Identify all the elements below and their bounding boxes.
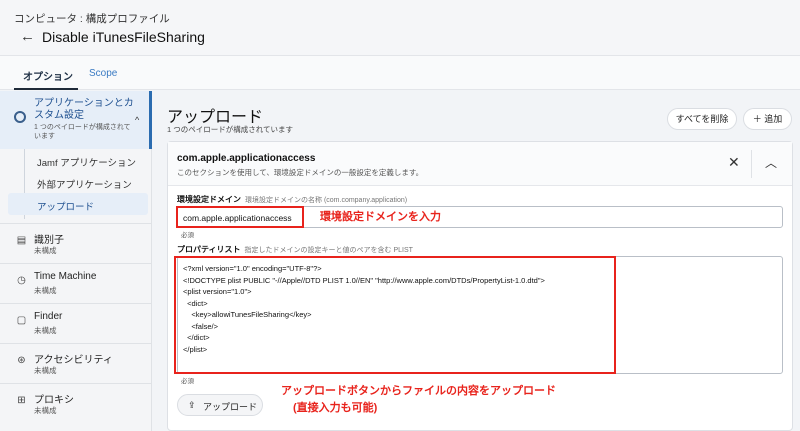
required-note: 必須 [181,378,194,385]
accessibility-icon: ⊛ [17,355,26,366]
card-description: このセクションを使用して、環境設定ドメインの一般設定を定義します。 [177,168,424,177]
sidebar-item-proxy[interactable]: ⊞ プロキシ 未構成 [0,383,152,423]
sidebar-subitem-external-apps[interactable]: 外部アプリケーション [37,177,132,191]
required-note: 必須 [181,232,194,239]
network-icon: ⊞ [17,395,26,406]
annotation-box-plist [174,256,616,374]
chevron-up-icon[interactable]: ^ [135,115,139,125]
plus-icon: ＋ [752,114,762,124]
sidebar-item-label: Finder [34,311,63,322]
add-button-label: 追加 [764,114,783,124]
sidebar-item-status: 未構成 [34,366,57,375]
breadcrumb[interactable]: コンピュータ : 構成プロファイル [14,11,170,26]
page-header: コンピュータ : 構成プロファイル ← Disable iTunesFileSh… [0,0,800,56]
upload-button-label: アップロード [203,402,258,412]
annotation-box-domain [176,206,304,228]
finder-icon: ▢ [16,315,27,326]
active-tab-indicator [14,88,78,90]
card-header: com.apple.applicationaccess このセクションを使用して… [168,142,792,186]
sidebar-item-label: アプリケーションとカスタム設定 [34,98,134,121]
card-title: com.apple.applicationaccess [177,153,316,164]
gear-icon [14,111,26,123]
plist-hint: 指定したドメインの設定キーと値のペアを含む PLIST [244,247,413,254]
payload-sidebar: アプリケーションとカスタム設定 1 つのペイロードが構成されています ^ Jam… [0,91,152,431]
sidebar-item-label: 識別子 [34,235,64,246]
sidebar-item-status: 未構成 [34,406,57,415]
sidebar-subitem-upload[interactable]: アップロード [37,199,94,213]
domain-label: 環境設定ドメイン 環境設定ドメインの名称 (com.company.applica… [177,194,407,205]
annotation-text-direct-input: (直接入力も可能) [293,402,378,414]
upload-button[interactable]: ⇪ アップロード [177,394,263,416]
sidebar-subitem-jamf-apps[interactable]: Jamf アプリケーション [37,155,136,169]
tab-bar: オプション Scope [0,56,800,90]
sidebar-item-accessibility[interactable]: ⊛ アクセシビリティ 未構成 [0,343,152,383]
sidebar-item-status: 未構成 [34,246,57,255]
back-arrow-icon[interactable]: ← [20,28,35,45]
domain-label-text: 環境設定ドメイン [177,195,241,204]
sidebar-item-status: 1 つのペイロードが構成されています [34,124,131,140]
sidebar-item-label: アクセシビリティ [34,355,113,366]
divider [751,150,752,178]
tab-scope[interactable]: Scope [89,68,117,79]
sidebar-item-finder[interactable]: ▢ Finder 未構成 [0,303,152,343]
annotation-text-domain: 環境設定ドメインを入力 [320,211,441,223]
plist-label: プロパティリスト 指定したドメインの設定キーと値のペアを含む PLIST [177,244,413,255]
upload-icon: ⇪ [188,400,196,410]
sidebar-item-label: プロキシ [34,395,74,406]
sidebar-item-status: 未構成 [34,326,57,335]
delete-all-button[interactable]: すべてを削除 [667,108,737,130]
domain-hint: 環境設定ドメインの名称 (com.company.application) [245,197,408,204]
chevron-up-icon[interactable]: ︿ [765,154,777,171]
plist-label-text: プロパティリスト [177,245,241,254]
close-icon[interactable]: ✕ [728,154,740,171]
tab-options[interactable]: オプション [23,68,73,83]
id-card-icon: ▤ [16,235,27,246]
history-icon: ◷ [17,275,26,286]
page-title: Disable iTunesFileSharing [42,29,205,45]
sidebar-item-label: Time Machine [34,271,97,282]
sidebar-item-identifier[interactable]: ▤ 識別子 未構成 [0,223,152,263]
section-subtitle: 1 つのペイロードが構成されています [167,125,294,134]
sidebar-item-status: 未構成 [34,286,57,295]
add-button[interactable]: ＋ 追加 [743,108,792,130]
sidebar-item-app-custom-settings[interactable]: アプリケーションとカスタム設定 1 つのペイロードが構成されています ^ [0,91,152,149]
sidebar-item-time-machine[interactable]: ◷ Time Machine 未構成 [0,263,152,303]
annotation-text-upload: アップロードボタンからファイルの内容をアップロード [281,385,556,397]
